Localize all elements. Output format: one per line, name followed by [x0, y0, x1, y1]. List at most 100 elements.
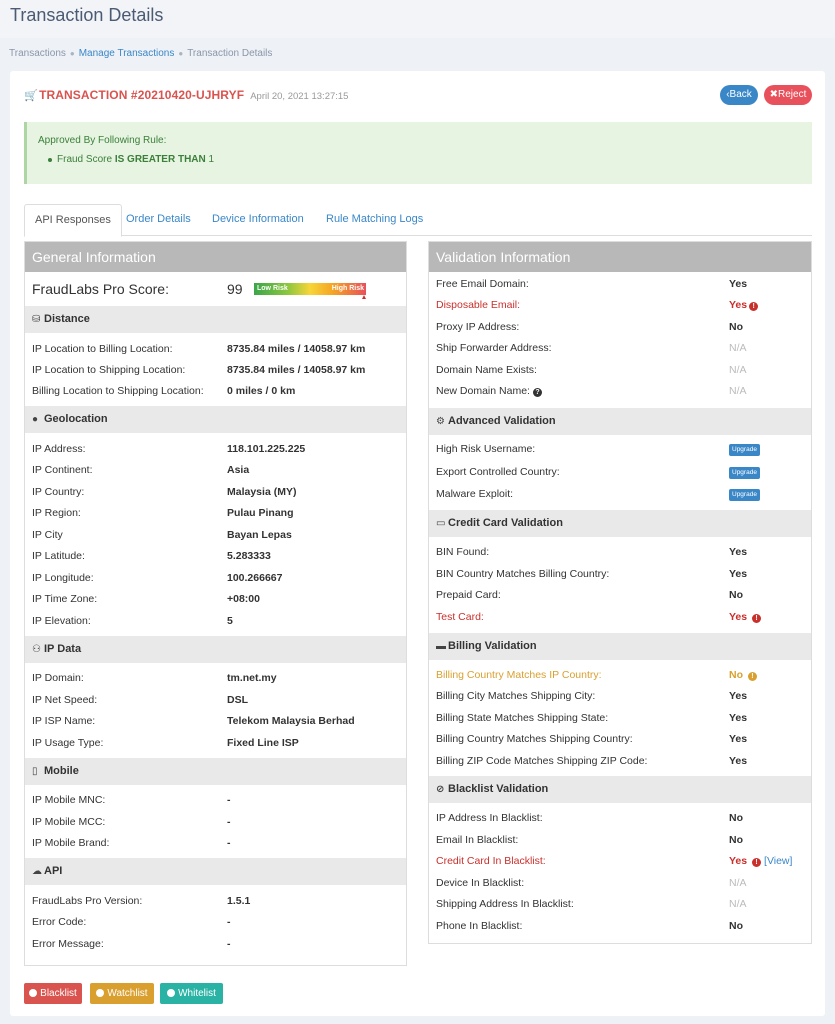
rule-operator: IS GREATER THAN	[114, 154, 206, 165]
row-api-version: FraudLabs Pro Version: 1.5.1	[25, 891, 406, 912]
fraud-score-label: FraudLabs Pro Score:	[32, 281, 169, 297]
row-label: IP Mobile MCC:	[32, 816, 106, 828]
row-label: IP Mobile MNC:	[32, 794, 106, 806]
section-mobile-label: Mobile	[44, 765, 79, 777]
page-title: Transaction Details	[10, 5, 164, 25]
row-bin-country-matches: BIN Country Matches Billing Country: Yes	[429, 564, 811, 585]
row-value: N/A	[729, 898, 747, 910]
row-value: N/A	[729, 877, 747, 889]
back-button[interactable]: ‹Back	[720, 85, 758, 105]
tab-order-details[interactable]: Order Details	[116, 204, 201, 236]
row-export-controlled-country: Export Controlled Country: Upgrade	[429, 462, 811, 483]
section-ip-data: ⚇ IP Data	[25, 636, 406, 663]
tab-device-information[interactable]: Device Information	[202, 204, 314, 236]
section-geolocation: ● Geolocation	[25, 406, 406, 433]
row-value: Yes	[729, 690, 748, 702]
row-label: IP Usage Type:	[32, 737, 104, 749]
section-advanced-validation: ⚙ Advanced Validation	[429, 408, 811, 435]
breadcrumb-transactions[interactable]: Transactions	[9, 48, 66, 59]
breadcrumb-current: Transaction Details	[187, 48, 273, 59]
fraud-score-row: FraudLabs Pro Score: 99 Low Risk High Ri…	[25, 272, 406, 306]
row-ip-to-billing: IP Location to Billing Location: 8735.84 …	[25, 339, 406, 360]
row-bin-found: BIN Found: Yes	[429, 542, 811, 563]
row-label: IP Continent:	[32, 464, 93, 476]
blacklist-button[interactable]: Blacklist	[24, 983, 82, 1004]
breadcrumb: Transactions ● Manage Transactions ● Transac…	[9, 48, 272, 59]
watchlist-button[interactable]: Watchlist	[90, 983, 154, 1004]
whitelist-button[interactable]: Whitelist	[160, 983, 223, 1004]
row-credit-card-in-blacklist: Credit Card In Blacklist: Yes ! [View]	[429, 851, 811, 872]
upgrade-button[interactable]: Upgrade	[729, 489, 760, 501]
row-device-in-blacklist: Device In Blacklist: N/A	[429, 873, 811, 894]
row-value: Yes	[729, 755, 748, 767]
warning-icon: !	[747, 672, 757, 681]
row-label: IP Mobile Brand:	[32, 837, 110, 849]
row-billing-zip-shipping: Billing ZIP Code Matches Shipping ZIP Co…	[429, 751, 811, 772]
row-ip-to-shipping: IP Location to Shipping Location: 8735.84…	[25, 360, 406, 381]
row-value: 5.283333	[227, 550, 271, 562]
transaction-date: April 20, 2021 13:27:15	[250, 91, 349, 102]
row-label: BIN Country Matches Billing Country:	[436, 568, 610, 580]
row-label: IP Address In Blacklist:	[436, 812, 543, 824]
row-label: Credit Card In Blacklist:	[436, 855, 546, 867]
row-new-domain-name: New Domain Name:? N/A	[429, 381, 811, 402]
row-label: High Risk Username:	[436, 443, 536, 455]
upgrade-button[interactable]: Upgrade	[729, 444, 760, 456]
row-label: Billing City Matches Shipping City:	[436, 690, 596, 702]
value-text: Yes	[729, 611, 748, 623]
row-label: Billing Country Matches IP Country:	[436, 669, 602, 681]
row-value: +08:00	[227, 593, 260, 605]
row-proxy-ip-address: Proxy IP Address: No	[429, 317, 811, 338]
row-label: Free Email Domain:	[436, 278, 529, 290]
row-ip-net-speed: IP Net Speed: DSL	[25, 690, 406, 711]
row-value: N/A	[729, 385, 747, 397]
row-value: -	[227, 916, 231, 928]
row-label: Shipping Address In Blacklist:	[436, 898, 574, 910]
view-link[interactable]: [View]	[764, 855, 792, 867]
row-label: Email In Blacklist:	[436, 834, 519, 846]
row-label: IP Latitude:	[32, 550, 85, 562]
check-icon	[167, 989, 176, 997]
row-ip-isp-name: IP ISP Name: Telekom Malaysia Berhad	[25, 711, 406, 732]
tab-rule-matching-logs[interactable]: Rule Matching Logs	[316, 204, 433, 236]
row-free-email-domain: Free Email Domain: Yes	[429, 274, 811, 295]
row-label: Malware Exploit:	[436, 488, 514, 500]
row-label: Proxy IP Address:	[436, 321, 520, 333]
row-disposable-email: Disposable Email: Yes!	[429, 295, 811, 316]
row-label: Test Card:	[436, 611, 484, 623]
row-value: Pulau Pinang	[227, 507, 294, 519]
row-value: N/A	[729, 364, 747, 376]
tab-bar: API Responses Order Details Device Infor…	[24, 204, 812, 237]
row-label: New Domain Name:?	[436, 381, 542, 402]
row-value: No	[729, 920, 743, 932]
section-api-label: API	[44, 865, 63, 877]
breadcrumb-manage-transactions[interactable]: Manage Transactions	[79, 48, 175, 59]
section-blacklist-label: Blacklist Validation	[448, 783, 549, 795]
value-text: No	[729, 669, 743, 681]
row-billing-state-shipping: Billing State Matches Shipping State: Yes	[429, 708, 811, 729]
close-icon: ✖	[769, 89, 779, 100]
row-value: 1.5.1	[227, 895, 251, 907]
row-ip-usage-type: IP Usage Type: Fixed Line ISP	[25, 733, 406, 754]
row-ip-elevation: IP Elevation: 5	[25, 611, 406, 632]
back-label: Back	[729, 89, 752, 100]
risk-low-label: Low Risk	[257, 285, 288, 292]
reject-label: Reject	[778, 89, 807, 100]
row-label: IP Location to Billing Location:	[32, 343, 173, 355]
row-label: Disposable Email:	[436, 299, 521, 311]
row-value: tm.net.my	[227, 672, 277, 684]
row-label: IP Elevation:	[32, 615, 91, 627]
rule-field: Fraud Score	[57, 154, 113, 165]
row-label: Billing Location to Shipping Location:	[32, 385, 204, 397]
row-value: 100.266667	[227, 572, 283, 584]
help-icon[interactable]: ?	[532, 388, 542, 397]
approval-title: Approved By Following Rule:	[38, 135, 167, 146]
row-value: Bayan Lepas	[227, 529, 292, 541]
row-ip-mobile-mnc: IP Mobile MNC: -	[25, 790, 406, 811]
reject-button[interactable]: ✖Reject	[764, 85, 812, 105]
risk-marker	[362, 295, 366, 299]
transaction-header: 🛒 TRANSACTION #20210420-UJHRYF April 20,…	[24, 88, 348, 102]
upgrade-button[interactable]: Upgrade	[729, 467, 760, 479]
row-label: IP Net Speed:	[32, 694, 98, 706]
tab-api-responses[interactable]: API Responses	[24, 204, 122, 237]
